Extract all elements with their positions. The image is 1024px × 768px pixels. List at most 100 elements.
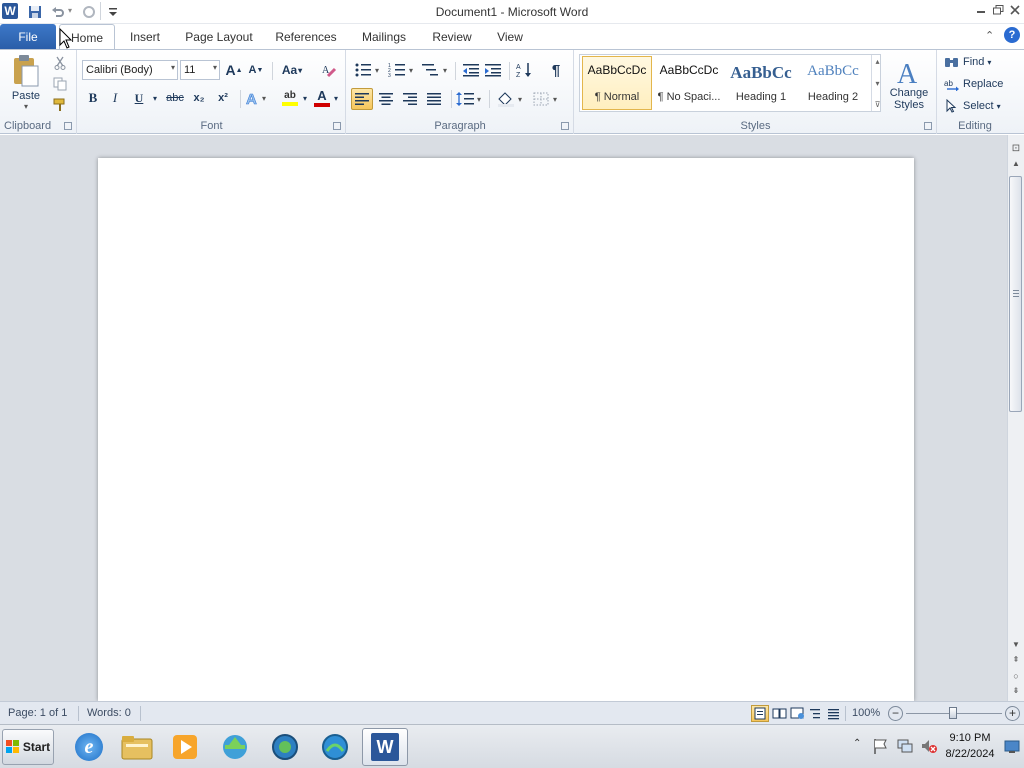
taskbar-globe-app-2[interactable] xyxy=(312,728,358,766)
system-clock[interactable]: 9:10 PM 8/22/2024 xyxy=(940,730,1000,762)
superscript-button[interactable]: x² xyxy=(212,88,234,108)
word-app-icon[interactable]: W xyxy=(2,3,18,19)
tab-insert[interactable]: Insert xyxy=(120,24,170,49)
taskbar-globe-app[interactable] xyxy=(262,728,308,766)
style-heading-1[interactable]: AaBbCc Heading 1 xyxy=(726,56,796,110)
change-case-button[interactable]: Aa ▾ xyxy=(278,60,306,80)
shading-button[interactable]: ▾ xyxy=(495,88,527,110)
tab-mailings[interactable]: Mailings xyxy=(352,24,416,49)
taskbar-download-manager[interactable] xyxy=(212,728,258,766)
page-count-status[interactable]: Page: 1 of 1 xyxy=(8,707,67,719)
network-icon[interactable] xyxy=(896,737,914,755)
show-formatting-marks-button[interactable]: ¶ xyxy=(545,60,567,80)
font-launcher-icon[interactable] xyxy=(333,122,341,130)
change-styles-button[interactable]: A Change Styles xyxy=(885,52,933,116)
close-icon[interactable] xyxy=(1006,2,1024,18)
restore-icon[interactable] xyxy=(989,2,1007,18)
zoom-out-icon[interactable]: − xyxy=(888,706,903,721)
next-page-icon[interactable]: ⇟ xyxy=(1009,686,1023,698)
zoom-in-icon[interactable]: + xyxy=(1005,706,1020,721)
document-page[interactable] xyxy=(98,158,914,701)
scrollbar-thumb[interactable] xyxy=(1009,176,1022,412)
zoom-level[interactable]: 100% xyxy=(852,707,880,719)
multilevel-list-button[interactable]: ▾ xyxy=(421,60,451,80)
outline-view-icon[interactable] xyxy=(808,706,824,721)
zoom-slider-thumb[interactable] xyxy=(949,707,957,719)
taskbar-word[interactable]: W xyxy=(362,728,408,766)
taskbar-media-player[interactable] xyxy=(162,728,208,766)
print-layout-view-icon[interactable] xyxy=(751,705,769,722)
increase-indent-icon[interactable] xyxy=(483,60,503,80)
font-color-dropdown-icon[interactable]: ▾ xyxy=(331,90,341,106)
tab-page-layout[interactable]: Page Layout xyxy=(178,24,260,49)
styles-scroll-up-icon[interactable]: ▴ xyxy=(875,57,879,66)
customize-qat-icon[interactable] xyxy=(104,3,122,21)
bullets-button[interactable]: ▾ xyxy=(353,60,383,80)
style-no-spacing[interactable]: AaBbCcDc ¶ No Spaci... xyxy=(654,56,724,110)
italic-button[interactable]: I xyxy=(106,88,124,108)
action-center-flag-icon[interactable] xyxy=(872,737,890,755)
styles-scroll-down-icon[interactable]: ▾ xyxy=(875,79,879,88)
shrink-font-button[interactable]: A ▼ xyxy=(247,60,265,80)
minimize-icon[interactable] xyxy=(972,2,990,18)
strikethrough-button[interactable]: abc xyxy=(164,88,186,108)
select-button[interactable]: Select ▾ xyxy=(944,97,1008,115)
find-button[interactable]: Find ▾ xyxy=(944,53,1008,71)
style-normal[interactable]: AaBbCcDc ¶ Normal xyxy=(582,56,652,110)
underline-button[interactable]: U xyxy=(130,88,148,108)
font-color-button[interactable]: A xyxy=(312,88,332,108)
web-layout-icon[interactable] xyxy=(790,706,806,721)
font-family-combo[interactable]: Calibri (Body) ▾ xyxy=(82,60,178,80)
style-heading-2[interactable]: AaBbCc Heading 2 xyxy=(798,56,868,110)
styles-more-icon[interactable]: ⊽ xyxy=(875,100,881,109)
start-button[interactable]: Start xyxy=(2,729,54,765)
minimize-ribbon-icon[interactable]: ⌃ xyxy=(985,29,994,42)
cut-icon[interactable] xyxy=(51,54,69,72)
paragraph-launcher-icon[interactable] xyxy=(561,122,569,130)
font-size-combo[interactable]: 11 ▾ xyxy=(180,60,220,80)
taskbar-file-explorer[interactable] xyxy=(114,728,160,766)
paste-dropdown-icon[interactable]: ▾ xyxy=(24,102,28,111)
redo-icon[interactable] xyxy=(80,3,98,21)
paste-button[interactable]: Paste ▾ xyxy=(6,52,46,112)
clear-formatting-icon[interactable]: A xyxy=(318,60,340,80)
tab-view[interactable]: View xyxy=(488,24,532,49)
decrease-indent-icon[interactable] xyxy=(461,60,481,80)
sort-icon[interactable]: AZ xyxy=(513,60,535,80)
help-icon[interactable]: ? xyxy=(1004,27,1020,43)
highlight-dropdown-icon[interactable]: ▾ xyxy=(300,90,310,106)
line-spacing-button[interactable]: ▾ xyxy=(455,88,485,110)
show-desktop-icon[interactable] xyxy=(1004,740,1020,754)
select-browse-object-icon[interactable]: ○ xyxy=(1009,671,1023,683)
scroll-down-icon[interactable]: ▼ xyxy=(1009,640,1023,652)
tab-file[interactable]: File xyxy=(0,24,56,49)
numbering-button[interactable]: 1 2 3 ▾ xyxy=(387,60,417,80)
justify-icon[interactable] xyxy=(423,88,445,110)
replace-button[interactable]: ab Replace xyxy=(944,75,1008,93)
draft-view-icon[interactable] xyxy=(826,706,842,721)
save-icon[interactable] xyxy=(26,3,44,21)
bold-button[interactable]: B xyxy=(84,88,102,108)
copy-icon[interactable] xyxy=(51,75,69,93)
styles-launcher-icon[interactable] xyxy=(924,122,932,130)
taskbar-internet-explorer[interactable]: e xyxy=(66,728,112,766)
show-hidden-icons-icon[interactable]: ⌃ xyxy=(853,738,865,754)
align-center-icon[interactable] xyxy=(375,88,397,110)
scroll-up-icon[interactable]: ▲ xyxy=(1009,159,1023,171)
tab-references[interactable]: References xyxy=(268,24,344,49)
undo-dropdown-icon[interactable]: ▾ xyxy=(68,6,72,15)
tab-review[interactable]: Review xyxy=(424,24,480,49)
subscript-button[interactable]: x₂ xyxy=(188,88,210,108)
volume-muted-icon[interactable] xyxy=(920,737,938,755)
full-screen-reading-icon[interactable] xyxy=(772,706,788,721)
undo-icon[interactable] xyxy=(49,3,67,21)
clipboard-launcher-icon[interactable] xyxy=(64,122,72,130)
font-family-dropdown-icon[interactable]: ▾ xyxy=(171,63,175,72)
word-count-status[interactable]: Words: 0 xyxy=(87,707,131,719)
font-size-dropdown-icon[interactable]: ▾ xyxy=(213,63,217,72)
text-effects-button[interactable]: A ▾ xyxy=(244,88,272,108)
grow-font-button[interactable]: A ▲ xyxy=(225,60,243,80)
previous-page-icon[interactable]: ⇞ xyxy=(1009,655,1023,667)
underline-dropdown-icon[interactable]: ▾ xyxy=(150,90,160,106)
borders-button[interactable]: ▾ xyxy=(531,88,563,110)
